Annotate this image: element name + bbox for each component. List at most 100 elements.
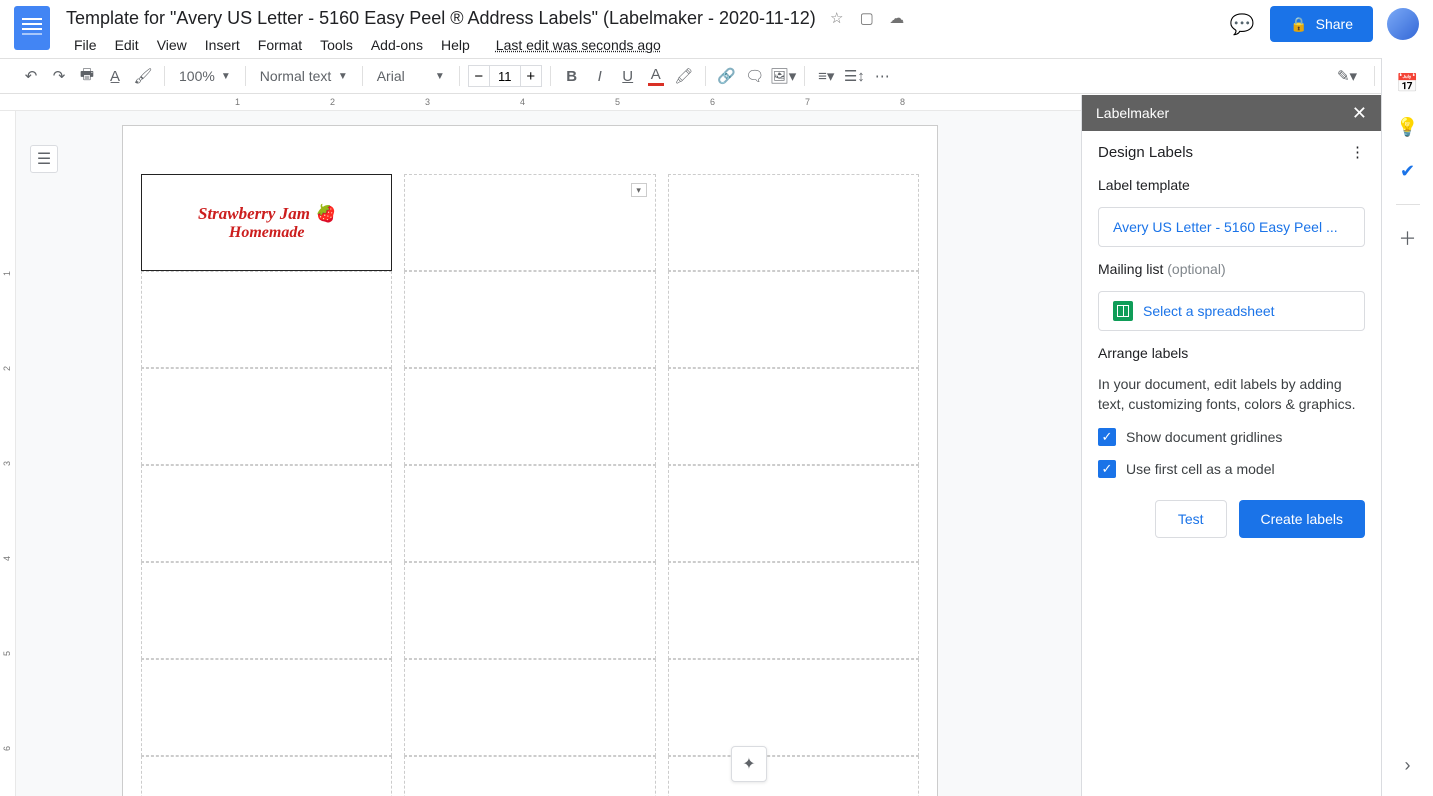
insert-link-button[interactable]: 🔗: [714, 63, 740, 89]
label-cell[interactable]: [141, 271, 392, 368]
paint-format-button[interactable]: 🖌: [130, 63, 156, 89]
select-template-button[interactable]: Avery US Letter - 5160 Easy Peel ...: [1098, 207, 1365, 247]
toolbar: ↶ ↷ 🖶 A̲ 🖌 100%▼ Normal text▼ Arial▼ − +…: [0, 58, 1433, 94]
comments-icon[interactable]: 💬: [1228, 10, 1256, 38]
font-select[interactable]: Arial▼: [371, 63, 451, 89]
addon-sidebar: Labelmaker ✕ Design Labels ⋮ Label templ…: [1081, 95, 1381, 796]
explore-button[interactable]: ✦: [731, 746, 767, 782]
template-value: Avery US Letter - 5160 Easy Peel ...: [1113, 219, 1338, 235]
document-canvas[interactable]: 1 2 3 4 5 6 7 8 1 2 3 4 5 6 ☰ Strawberry…: [0, 95, 1081, 796]
share-label: Share: [1316, 16, 1353, 32]
label-cell[interactable]: [404, 368, 655, 465]
document-title[interactable]: Template for "Avery US Letter - 5160 Eas…: [66, 8, 816, 29]
checkbox-gridlines[interactable]: ✓: [1098, 428, 1116, 446]
select-spreadsheet-label: Select a spreadsheet: [1143, 303, 1275, 319]
label-cell[interactable]: [668, 465, 919, 562]
label-template-heading: Label template: [1098, 177, 1365, 193]
label-cell[interactable]: [141, 368, 392, 465]
label-cell[interactable]: [141, 756, 392, 796]
account-avatar[interactable]: [1387, 8, 1419, 40]
more-toolbar-button[interactable]: ⋯: [869, 63, 895, 89]
label-text-line1[interactable]: Strawberry Jam 🍓: [198, 204, 335, 224]
zoom-select[interactable]: 100%▼: [173, 63, 237, 89]
lock-icon: 🔒: [1290, 16, 1307, 33]
insert-comment-button[interactable]: 🗨: [742, 63, 768, 89]
tasks-icon[interactable]: ✔: [1397, 160, 1419, 182]
arrange-description: In your document, edit labels by adding …: [1098, 375, 1365, 414]
menu-tools[interactable]: Tools: [312, 34, 361, 56]
keep-icon[interactable]: 💡: [1397, 116, 1419, 138]
font-size-increase[interactable]: +: [520, 65, 542, 87]
sidebar-title: Labelmaker: [1096, 105, 1169, 121]
label-cell[interactable]: [141, 465, 392, 562]
star-icon[interactable]: ☆: [828, 9, 846, 27]
cell-menu-icon[interactable]: ▾: [631, 183, 647, 197]
font-size-decrease[interactable]: −: [468, 65, 490, 87]
label-cell[interactable]: [668, 756, 919, 796]
menu-view[interactable]: View: [149, 34, 195, 56]
collapse-panel-icon[interactable]: ›: [1397, 754, 1419, 776]
cloud-status-icon[interactable]: ☁: [888, 9, 906, 27]
side-panel: 📅 💡 ✔ ＋ ›: [1381, 58, 1433, 796]
share-button[interactable]: 🔒 Share: [1270, 6, 1373, 42]
menu-file[interactable]: File: [66, 34, 105, 56]
spellcheck-button[interactable]: A̲: [102, 63, 128, 89]
label-cell[interactable]: [668, 562, 919, 659]
label-text-line2[interactable]: Homemade: [229, 224, 305, 242]
label-cell[interactable]: [668, 174, 919, 271]
align-button[interactable]: ≡▾: [813, 63, 839, 89]
paragraph-style-select[interactable]: Normal text▼: [254, 63, 354, 89]
calendar-icon[interactable]: 📅: [1397, 72, 1419, 94]
select-spreadsheet-button[interactable]: Select a spreadsheet: [1098, 291, 1365, 331]
text-color-button[interactable]: A: [643, 63, 669, 89]
label-cell[interactable]: [668, 659, 919, 756]
close-icon[interactable]: ✕: [1352, 103, 1367, 124]
checkbox-first-cell[interactable]: ✓: [1098, 460, 1116, 478]
label-cell[interactable]: [668, 368, 919, 465]
arrange-heading: Arrange labels: [1098, 345, 1365, 361]
checkbox-gridlines-label: Show document gridlines: [1126, 429, 1282, 445]
menu-edit[interactable]: Edit: [107, 34, 147, 56]
vertical-ruler[interactable]: 1 2 3 4 5 6: [0, 111, 16, 796]
label-grid: Strawberry Jam 🍓 Homemade ▾: [141, 174, 919, 796]
label-cell[interactable]: ▾: [404, 174, 655, 271]
italic-button[interactable]: I: [587, 63, 613, 89]
mailing-list-heading: Mailing list (optional): [1098, 261, 1365, 277]
label-cell[interactable]: [404, 465, 655, 562]
label-cell[interactable]: [141, 562, 392, 659]
label-cell[interactable]: [404, 659, 655, 756]
last-edit-link[interactable]: Last edit was seconds ago: [488, 34, 669, 56]
checkbox-first-cell-label: Use first cell as a model: [1126, 461, 1275, 477]
chevron-down-icon: ▼: [221, 71, 231, 82]
underline-button[interactable]: U: [615, 63, 641, 89]
label-cell[interactable]: [404, 271, 655, 368]
line-spacing-button[interactable]: ☰↕: [841, 63, 867, 89]
redo-button[interactable]: ↷: [46, 63, 72, 89]
editing-mode-button[interactable]: ✎▾: [1334, 63, 1360, 89]
menu-format[interactable]: Format: [250, 34, 310, 56]
outline-toggle-button[interactable]: ☰: [30, 145, 58, 173]
create-labels-button[interactable]: Create labels: [1239, 500, 1366, 538]
add-addon-icon[interactable]: ＋: [1397, 227, 1419, 249]
move-icon[interactable]: ▢: [858, 9, 876, 27]
page[interactable]: Strawberry Jam 🍓 Homemade ▾: [122, 125, 938, 796]
sidebar-section-title: Design Labels: [1098, 144, 1193, 161]
undo-button[interactable]: ↶: [18, 63, 44, 89]
menu-help[interactable]: Help: [433, 34, 478, 56]
horizontal-ruler[interactable]: 1 2 3 4 5 6 7 8: [0, 95, 1081, 111]
kebab-menu-icon[interactable]: ⋮: [1350, 143, 1365, 161]
label-cell[interactable]: [404, 756, 655, 796]
label-cell-first[interactable]: Strawberry Jam 🍓 Homemade: [141, 174, 392, 271]
menu-addons[interactable]: Add-ons: [363, 34, 431, 56]
label-cell[interactable]: [404, 562, 655, 659]
bold-button[interactable]: B: [559, 63, 585, 89]
insert-image-button[interactable]: 🖼▾: [770, 63, 797, 89]
label-cell[interactable]: [141, 659, 392, 756]
label-cell[interactable]: [668, 271, 919, 368]
print-button[interactable]: 🖶: [74, 63, 100, 89]
docs-logo-icon[interactable]: [14, 6, 50, 50]
test-button[interactable]: Test: [1155, 500, 1227, 538]
menu-insert[interactable]: Insert: [197, 34, 248, 56]
font-size-input[interactable]: [490, 65, 520, 87]
highlight-button[interactable]: 🖍: [671, 63, 697, 89]
